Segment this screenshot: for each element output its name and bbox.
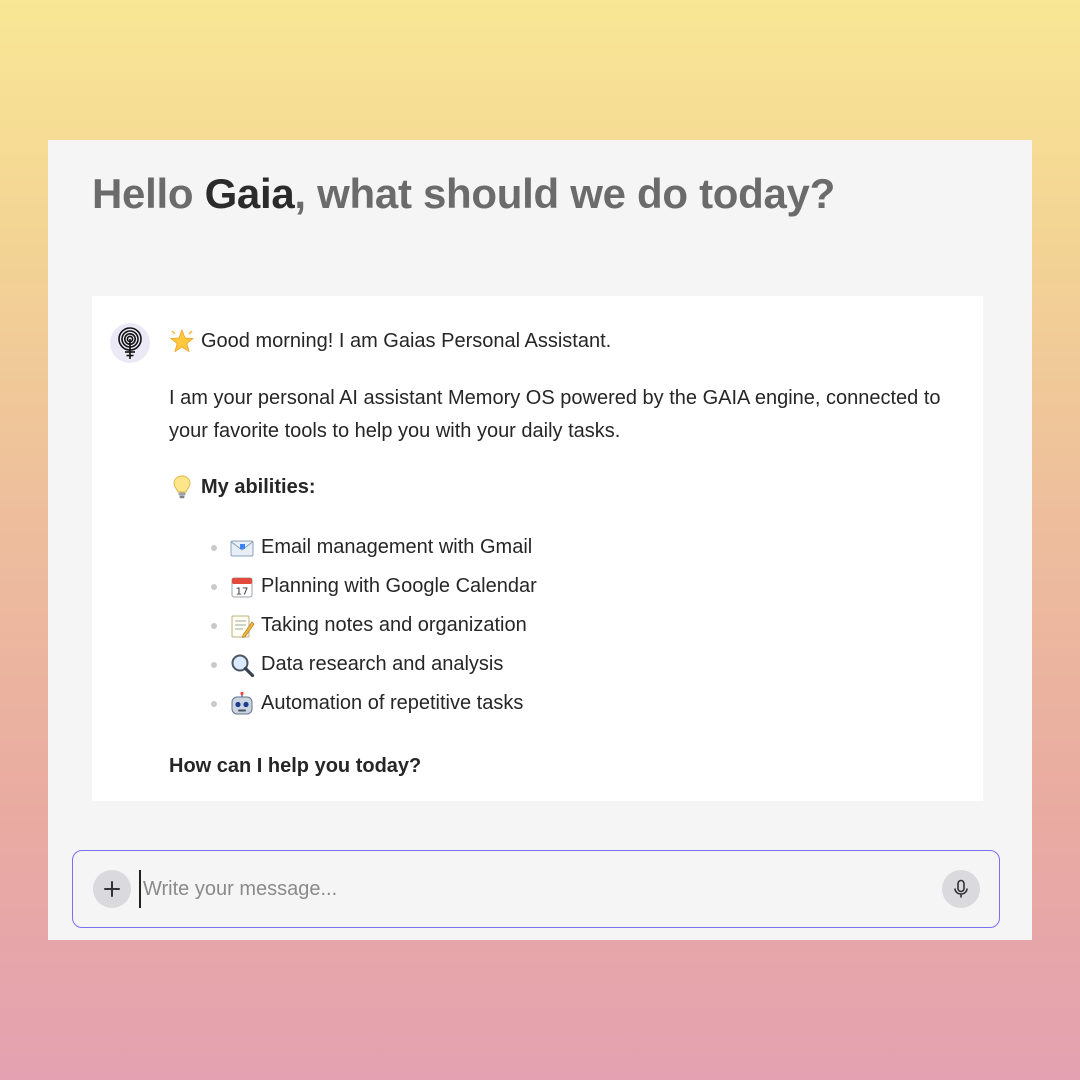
ability-label: Email management with Gmail — [261, 536, 533, 558]
envelope-icon — [230, 540, 254, 556]
message-input[interactable] — [139, 870, 919, 908]
robot-icon — [231, 691, 253, 714]
greeting-line: Good morning! I am Gaias Personal Assist… — [169, 326, 969, 356]
list-item: Automation of repetitive tasks — [207, 684, 969, 723]
ability-label: Automation of repetitive tasks — [261, 692, 524, 714]
list-item: Email management with Gmail — [207, 528, 969, 567]
message-composer — [72, 850, 1000, 928]
ability-label: Taking notes and organization — [261, 614, 527, 636]
greeting-text: Good morning! I am Gaias Personal Assist… — [201, 330, 612, 352]
glowing-star-icon — [169, 328, 195, 353]
greeting-suffix: , what should we do today? — [294, 170, 835, 217]
chat-panel: Hello Gaia, what should we do today? Goo… — [48, 140, 1032, 940]
plus-icon — [104, 881, 120, 897]
fingerprint-logo-icon — [118, 327, 142, 359]
user-name: Gaia — [204, 170, 295, 217]
magnifier-icon — [231, 654, 255, 677]
add-attachment-button[interactable] — [93, 870, 131, 908]
svg-text:17: 17 — [236, 586, 249, 597]
light-bulb-icon — [173, 475, 191, 499]
list-item: Taking notes and organization — [207, 606, 969, 645]
voice-input-button[interactable] — [942, 870, 980, 908]
greeting-prefix: Hello — [92, 170, 205, 217]
message-body: Good morning! I am Gaias Personal Assist… — [169, 326, 969, 781]
abilities-list: Email management with Gmail 17 Planning … — [169, 528, 969, 723]
abilities-heading: My abilities: — [169, 472, 969, 502]
microphone-icon — [954, 879, 968, 898]
list-item: 17 Planning with Google Calendar — [207, 567, 969, 606]
closing-question: How can I help you today? — [169, 755, 422, 777]
intro-paragraph: I am your personal AI assistant Memory O… — [169, 387, 941, 442]
assistant-message: Good morning! I am Gaias Personal Assist… — [92, 296, 983, 801]
memo-icon — [231, 615, 255, 638]
list-item: Data research and analysis — [207, 645, 969, 684]
ability-label: Planning with Google Calendar — [261, 575, 537, 597]
calendar-icon: 17 — [231, 577, 253, 597]
abilities-title: My abilities: — [201, 476, 316, 498]
ability-label: Data research and analysis — [261, 653, 504, 675]
assistant-avatar — [110, 323, 150, 363]
page-title: Hello Gaia, what should we do today? — [92, 170, 835, 218]
